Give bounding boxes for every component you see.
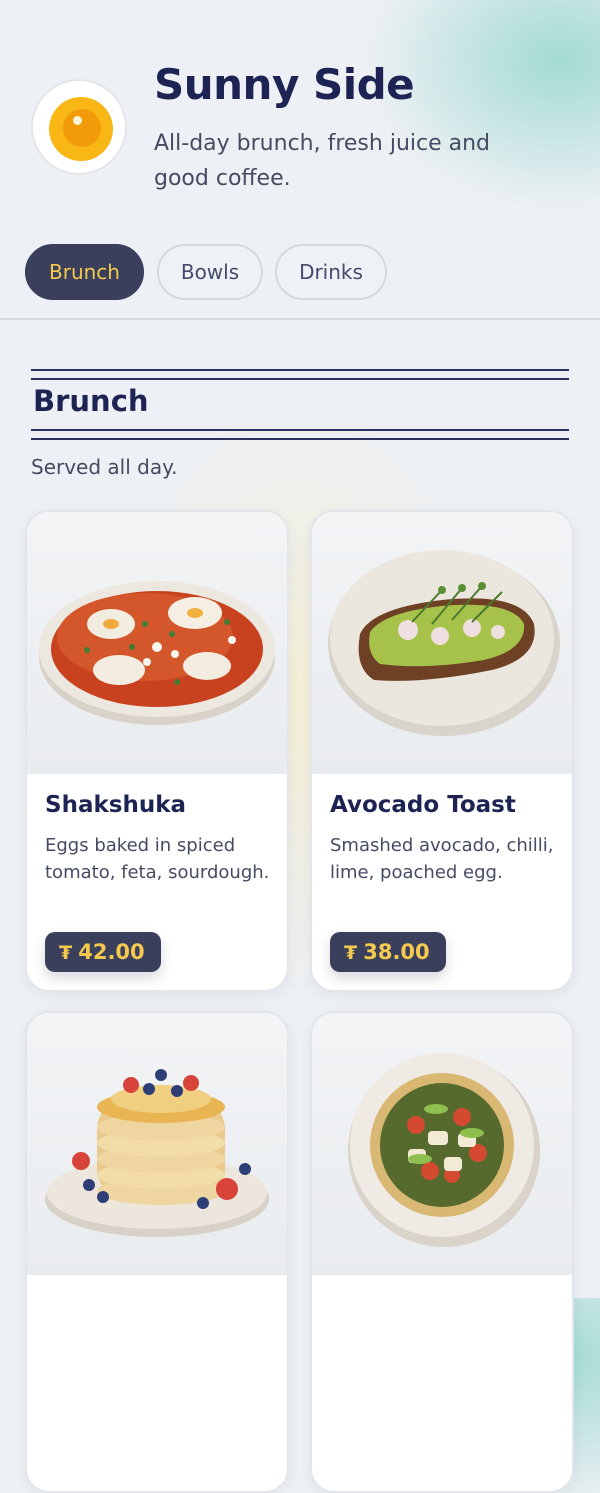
price-value: 38.00 (363, 940, 430, 964)
menu-item-description: Eggs baked in spiced tomato, feta, sourd… (45, 835, 270, 883)
menu-item-card[interactable] (25, 1011, 289, 1493)
restaurant-tagline: All-day brunch, fresh juice and good cof… (154, 131, 491, 191)
price-value: 42.00 (78, 940, 145, 964)
avocado-toast-plate-image (312, 512, 572, 774)
menu-item-card[interactable]: Avocado Toast Smashed avocado, chilli, l… (310, 510, 574, 992)
price-badge: ₮ 42.00 (45, 932, 161, 972)
tab-bowls[interactable]: Bowls (157, 244, 263, 300)
currency-symbol: ₮ (344, 942, 358, 964)
tab-drinks[interactable]: Drinks (275, 244, 387, 300)
flatbread-pizza-plate-image (312, 1013, 572, 1275)
tab-brunch[interactable]: Brunch (25, 244, 144, 300)
restaurant-header: Sunny Side All-day brunch, fresh juice a… (0, 0, 600, 230)
menu-item-card[interactable]: Shakshuka Eggs baked in spiced tomato, f… (25, 510, 289, 992)
menu-item-name: Avocado Toast (330, 792, 516, 818)
menu-item-name: Shakshuka (45, 792, 187, 818)
menu-item-description: Smashed avocado, chilli, lime, poached e… (330, 835, 554, 883)
section-divider-bottom-inner (31, 429, 569, 431)
section-description: Served all day. (31, 455, 178, 479)
menu-item-card[interactable] (310, 1011, 574, 1493)
menu-category-tabs: Brunch Bowls Drinks (0, 230, 600, 320)
section-divider-top-inner (31, 378, 569, 380)
sun-egg-logo (31, 79, 127, 175)
section-divider-top (31, 369, 569, 371)
pancake-stack-berries-image (27, 1013, 287, 1275)
shakshuka-pan-image (27, 512, 287, 774)
section-divider-bottom (31, 438, 569, 440)
section-title: Brunch (33, 384, 149, 418)
price-badge: ₮ 38.00 (330, 932, 446, 972)
currency-symbol: ₮ (59, 942, 73, 964)
restaurant-name: Sunny Side (154, 60, 415, 109)
